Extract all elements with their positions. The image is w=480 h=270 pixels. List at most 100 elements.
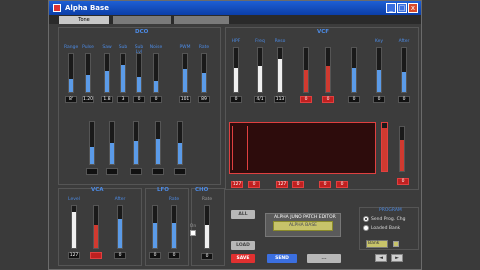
- vcf-1-slider[interactable]: [257, 47, 263, 93]
- dco-0-slider[interactable]: [68, 53, 74, 93]
- vcf-0-slider[interactable]: [233, 47, 239, 93]
- dco-1-slider[interactable]: [85, 53, 91, 93]
- dco-6-value[interactable]: 101: [179, 96, 191, 103]
- env-value-5[interactable]: 0: [336, 181, 348, 188]
- dco-7-value[interactable]: 89: [198, 96, 210, 103]
- envelope-graph[interactable]: [229, 122, 376, 174]
- tab-3[interactable]: [174, 16, 229, 24]
- save-button[interactable]: SAVE: [231, 254, 255, 263]
- dco-2-slider[interactable]: [104, 53, 110, 93]
- dco2-0-slider[interactable]: [89, 121, 95, 165]
- tab-2[interactable]: [113, 16, 171, 24]
- slider-fill: [178, 143, 182, 164]
- load-button[interactable]: LOAD: [231, 241, 255, 250]
- send-button[interactable]: SEND: [267, 254, 297, 263]
- vcf-4-value[interactable]: 0: [322, 96, 334, 103]
- envelope-attack-segment: [232, 126, 248, 170]
- dco-7-slider[interactable]: [201, 53, 207, 93]
- lfo-0-value[interactable]: 0: [149, 252, 161, 259]
- vcf-3-slider[interactable]: [303, 47, 309, 93]
- slider-fill: [86, 74, 90, 92]
- dco-title: DCO: [135, 29, 149, 35]
- maximize-button[interactable]: □: [397, 3, 407, 13]
- dco-6-slider[interactable]: [182, 53, 188, 93]
- more-button[interactable]: ...: [307, 254, 341, 263]
- loaded-bank-radio[interactable]: [363, 225, 369, 231]
- envelope-right-slider[interactable]: [381, 122, 388, 172]
- vcf-6-value[interactable]: 0: [373, 96, 385, 103]
- env-value-0[interactable]: 127: [231, 181, 243, 188]
- vcf-6-label: Key: [374, 39, 384, 44]
- vcf-0-value[interactable]: 0: [230, 96, 242, 103]
- slider-fill: [156, 138, 160, 164]
- slider-fill: [326, 65, 330, 92]
- bank-option-checkbox[interactable]: [393, 241, 399, 247]
- dco-2-value[interactable]: 1.8: [101, 96, 113, 103]
- env-value-4[interactable]: 0: [319, 181, 331, 188]
- dco-4-value[interactable]: 0: [133, 96, 145, 103]
- dco-3-value[interactable]: 3: [117, 96, 129, 103]
- dco-4-label: Sub Lvl: [134, 45, 144, 55]
- vcf-7-slider[interactable]: [401, 47, 407, 93]
- vcf-1-value[interactable]: 4/1: [254, 96, 266, 103]
- slider-fill: [304, 70, 308, 92]
- dco-1-value[interactable]: 1.20: [82, 96, 94, 103]
- vcf-right-value[interactable]: 0: [397, 178, 409, 185]
- loaded-bank-label: Loaded Bank: [371, 226, 401, 231]
- dco-3-slider[interactable]: [120, 53, 126, 93]
- dco-5-slider[interactable]: [153, 53, 159, 93]
- vca-0-value[interactable]: 127: [68, 252, 80, 259]
- dco2-0-value[interactable]: [86, 168, 98, 175]
- dco2-4-slider[interactable]: [177, 121, 183, 165]
- vcf-6-slider[interactable]: [376, 47, 382, 93]
- vca-2-slider[interactable]: [117, 205, 123, 249]
- lfo-1-value[interactable]: 0: [168, 252, 180, 259]
- dco2-3-slider[interactable]: [155, 121, 161, 165]
- vcf-5-value[interactable]: 0: [348, 96, 360, 103]
- vca-1-slider[interactable]: [93, 205, 99, 249]
- vca-0-slider[interactable]: [71, 205, 77, 249]
- vcf-7-value[interactable]: 0: [398, 96, 410, 103]
- vcf-1-label: Freq: [255, 39, 265, 44]
- env-value-1[interactable]: 0: [248, 181, 260, 188]
- app-window: Alpha Base _ □ x Tone DCO VCF 0 VCA LFO …: [48, 0, 422, 270]
- minimize-button[interactable]: _: [386, 3, 396, 13]
- dco-5-value[interactable]: 0: [150, 96, 162, 103]
- vcf-3-value[interactable]: 0: [300, 96, 312, 103]
- lfo-0-slider[interactable]: [152, 205, 158, 249]
- lfo-1-slider[interactable]: [171, 205, 177, 249]
- next-program-button[interactable]: ►: [391, 254, 403, 262]
- env-value-2[interactable]: 127: [276, 181, 288, 188]
- dco2-3-value[interactable]: [152, 168, 164, 175]
- vca-2-value[interactable]: 0: [114, 252, 126, 259]
- dco2-2-value[interactable]: [130, 168, 142, 175]
- env-value-3[interactable]: 0: [292, 181, 304, 188]
- vcf-right-slider[interactable]: [399, 126, 405, 172]
- dco2-1-value[interactable]: [106, 168, 118, 175]
- all-button[interactable]: ALL: [231, 210, 255, 219]
- slider-fill: [172, 222, 176, 248]
- close-button[interactable]: x: [408, 3, 418, 13]
- vcf-2-value[interactable]: 113: [274, 96, 286, 103]
- prev-program-button[interactable]: ◄: [375, 254, 387, 262]
- chorus-rate-value[interactable]: 0: [201, 253, 213, 260]
- chorus-on-checkbox[interactable]: [190, 230, 196, 236]
- dco-0-value[interactable]: 8': [65, 96, 77, 103]
- slider-fill: [90, 147, 94, 164]
- vca-1-value[interactable]: [90, 252, 102, 259]
- dco2-1-slider[interactable]: [109, 121, 115, 165]
- dco2-4-value[interactable]: [174, 168, 186, 175]
- dco2-2-slider[interactable]: [133, 121, 139, 165]
- send-prog-chg-radio[interactable]: [363, 216, 369, 222]
- slider-fill: [352, 67, 356, 92]
- vca-2-label: After: [114, 197, 126, 202]
- dco-4-slider[interactable]: [136, 53, 142, 93]
- vcf-5-slider[interactable]: [351, 47, 357, 93]
- vcf-4-slider[interactable]: [325, 47, 331, 93]
- vcf-2-slider[interactable]: [277, 47, 283, 93]
- slider-fill: [278, 59, 282, 92]
- tab-tone[interactable]: Tone: [59, 16, 109, 24]
- chorus-rate-slider[interactable]: [204, 205, 210, 249]
- slider-fill: [402, 72, 406, 92]
- bank-select[interactable]: Bank: [366, 240, 388, 248]
